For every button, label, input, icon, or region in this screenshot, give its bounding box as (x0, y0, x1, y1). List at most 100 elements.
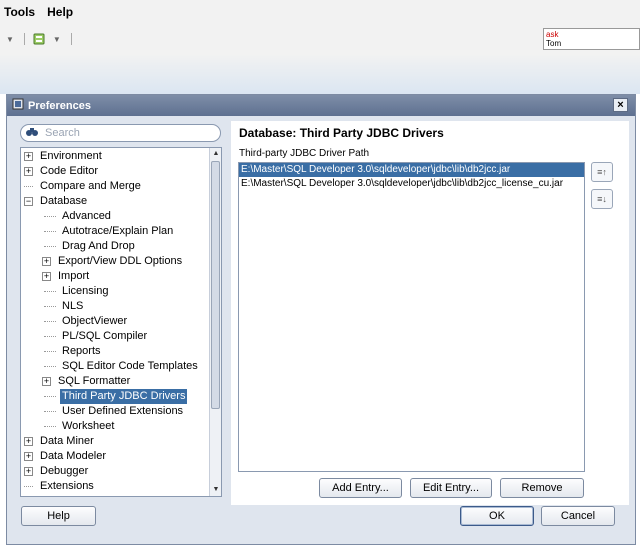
ide-background (0, 54, 640, 94)
menu-help[interactable]: Help (47, 5, 73, 19)
close-button[interactable]: × (613, 98, 628, 112)
tree-connector (24, 186, 33, 187)
scroll-up-icon[interactable]: ▲ (210, 148, 221, 160)
tree-connector (44, 246, 56, 247)
driver-path-list[interactable]: E:\Master\SQL Developer 3.0\sqldeveloper… (238, 162, 585, 472)
tree-item-label: PL/SQL Compiler (62, 330, 148, 342)
tree-item-label: Environment (40, 150, 102, 162)
preferences-dialog: Preferences × Search + Environment + Code E… (6, 94, 636, 545)
preferences-tree[interactable]: + Environment + Code Editor Compare and Merg… (20, 147, 222, 497)
menubar: Tools Help (0, 0, 640, 24)
tree-item-label: Reports (62, 345, 101, 357)
tree-item[interactable]: Worksheet (42, 419, 116, 434)
move-up-button[interactable]: ≡↑ (591, 162, 613, 182)
dialog-title: Preferences (28, 99, 91, 112)
app-icon (12, 98, 24, 113)
tree-item-label: SQL Editor Code Templates (62, 360, 198, 372)
tree-item-label: Extensions (40, 480, 94, 492)
tree-item-label: Advanced (62, 210, 111, 222)
tree-item[interactable]: Advanced (42, 209, 113, 224)
cancel-button[interactable]: Cancel (541, 506, 615, 526)
tree-item-label: User Defined Extensions (62, 405, 184, 417)
tree-item[interactable]: PL/SQL Compiler (42, 329, 149, 344)
edit-entry-button[interactable]: Edit Entry... (410, 478, 492, 498)
tree-item[interactable]: SQL Editor Code Templates (42, 359, 200, 374)
binoculars-icon (25, 126, 39, 141)
tree-item-label: Licensing (62, 285, 109, 297)
scrollbar-thumb[interactable] (211, 161, 220, 409)
tree-item[interactable]: Licensing (42, 284, 110, 299)
tree-item[interactable]: + SQL Formatter (42, 374, 132, 389)
tree-item-label: External Editor (38, 494, 114, 496)
collapse-icon[interactable]: − (24, 197, 33, 206)
search-placeholder: Search (45, 127, 80, 139)
tree-connector (44, 336, 56, 337)
expand-icon[interactable]: + (24, 167, 33, 176)
tree-item[interactable]: Third Party JDBC Drivers (42, 389, 188, 404)
tree-item-label: Debugger (40, 465, 89, 477)
tree-item[interactable]: Drag And Drop (42, 239, 137, 254)
tree-connector (44, 306, 56, 307)
scroll-down-icon[interactable]: ▼ (210, 484, 221, 496)
settings-panel: Database: Third Party JDBC Drivers Third… (231, 121, 629, 505)
remove-button[interactable]: Remove (500, 478, 584, 498)
tree-item[interactable]: + Export/View DDL Options (42, 254, 184, 269)
expand-icon[interactable]: + (42, 257, 51, 266)
tree-item-label: Compare and Merge (40, 180, 141, 192)
add-entry-button[interactable]: Add Entry... (319, 478, 402, 498)
tree-item[interactable]: Compare and Merge (24, 179, 143, 194)
ok-button[interactable]: OK (460, 506, 534, 526)
tree-item[interactable]: + Data Miner (24, 434, 96, 449)
tree-item-label: Data Modeler (40, 450, 107, 462)
tree-item-label: Import (58, 270, 90, 282)
expand-icon[interactable]: + (42, 272, 51, 281)
tree-connector (44, 231, 56, 232)
expand-icon[interactable]: + (24, 152, 33, 161)
tree-item[interactable]: ObjectViewer (42, 314, 129, 329)
ask-search-box[interactable]: ask Tom (543, 28, 640, 50)
expand-icon[interactable]: + (42, 377, 51, 386)
tree-item[interactable]: + Import (42, 269, 91, 284)
chevron-down-icon[interactable]: ▼ (6, 35, 14, 44)
tree-item[interactable]: Reports (42, 344, 103, 359)
move-down-button[interactable]: ≡↓ (591, 189, 613, 209)
tree-item[interactable]: − Database (24, 194, 89, 209)
tree-item[interactable]: External Editor (24, 494, 114, 496)
tree-connector (44, 291, 56, 292)
toolbar-separator (70, 33, 72, 45)
tree-connector (44, 321, 56, 322)
tree-item[interactable]: + Data Modeler (24, 449, 108, 464)
expand-icon[interactable]: + (24, 437, 33, 446)
tree-connector (44, 396, 56, 397)
tree-scrollbar[interactable]: ▲ ▼ (209, 148, 221, 496)
tree-item-label: Drag And Drop (62, 240, 135, 252)
move-down-icon: ≡↓ (597, 194, 607, 204)
tree-connector (44, 426, 56, 427)
tree-item[interactable]: Autotrace/Explain Plan (42, 224, 175, 239)
tree-item[interactable]: NLS (42, 299, 85, 314)
help-button[interactable]: Help (21, 506, 96, 526)
move-up-icon: ≡↑ (597, 167, 607, 177)
tree-item-label: Autotrace/Explain Plan (62, 225, 174, 237)
chevron-down-icon[interactable]: ▼ (53, 35, 61, 44)
tree-item[interactable]: Extensions (24, 479, 96, 494)
panel-title: Database: Third Party JDBC Drivers (239, 126, 444, 140)
path-row[interactable]: E:\Master\SQL Developer 3.0\sqldeveloper… (239, 163, 584, 177)
toolbar-separator (23, 33, 25, 45)
tree-item[interactable]: + Environment (24, 149, 104, 164)
connections-icon[interactable] (31, 30, 49, 48)
tree-item-label: ObjectViewer (62, 315, 128, 327)
tree-item-label: Code Editor (40, 165, 99, 177)
expand-icon[interactable]: + (24, 452, 33, 461)
path-row[interactable]: E:\Master\SQL Developer 3.0\sqldeveloper… (239, 177, 584, 191)
tree-connector (44, 366, 56, 367)
tree-item-label: SQL Formatter (58, 375, 131, 387)
menu-tools[interactable]: Tools (4, 5, 35, 19)
tree-item[interactable]: + Code Editor (24, 164, 100, 179)
search-input[interactable]: Search (20, 124, 221, 142)
tree-item[interactable]: + Debugger (24, 464, 90, 479)
expand-icon[interactable]: + (24, 467, 33, 476)
tree-connector (44, 351, 56, 352)
tree-item-label: Worksheet (62, 420, 115, 432)
tree-item[interactable]: User Defined Extensions (42, 404, 185, 419)
